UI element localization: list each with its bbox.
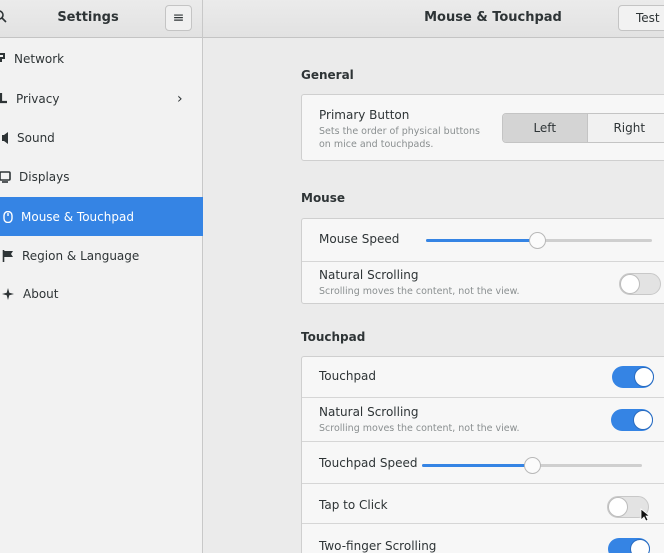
two-finger-scrolling-row: Two-finger Scrolling bbox=[302, 523, 664, 553]
tap-to-click-row: Tap to Click bbox=[302, 483, 664, 523]
section-title-mouse: Mouse bbox=[301, 191, 346, 205]
sidebar-header: Settings ≡ bbox=[0, 0, 203, 38]
mouse-natural-scrolling-switch[interactable] bbox=[619, 273, 661, 295]
touchpad-speed-handle[interactable] bbox=[524, 457, 541, 474]
primary-button-row: Primary Button Sets the order of physica… bbox=[302, 95, 664, 162]
settings-window: Settings ≡ Mouse & Touchpad Test Network… bbox=[0, 0, 664, 553]
primary-button-subtitle-2: on mice and touchpads. bbox=[319, 139, 434, 150]
star-icon bbox=[2, 288, 14, 300]
sidebar-item-label: Mouse & Touchpad bbox=[21, 209, 134, 224]
sidebar-item-mouse-touchpad[interactable]: Mouse & Touchpad bbox=[0, 197, 203, 236]
touchpad-label: Touchpad bbox=[319, 369, 377, 383]
network-icon bbox=[0, 53, 5, 62]
switch-thumb bbox=[608, 497, 628, 517]
primary-button-subtitle-1: Sets the order of physical buttons bbox=[319, 126, 480, 137]
settings-title: Settings bbox=[57, 10, 119, 25]
page-title: Mouse & Touchpad bbox=[424, 10, 562, 25]
mouse-speed-fill bbox=[426, 239, 537, 242]
two-finger-scrolling-label: Two-finger Scrolling bbox=[319, 539, 437, 553]
primary-button-title: Primary Button bbox=[319, 108, 410, 122]
main-content: General Primary Button Sets the order of… bbox=[204, 38, 664, 553]
tap-to-click-label: Tap to Click bbox=[319, 498, 388, 512]
touchpad-speed-fill bbox=[422, 464, 532, 467]
switch-thumb bbox=[633, 410, 653, 430]
two-finger-scrolling-switch[interactable] bbox=[608, 538, 650, 553]
mouse-speed-slider[interactable] bbox=[426, 232, 652, 249]
sidebar-item-network[interactable]: Network bbox=[0, 39, 203, 78]
chevron-right-icon: › bbox=[177, 90, 183, 107]
mouse-pointer-icon bbox=[640, 508, 650, 522]
sidebar-item-region-language[interactable]: Region & Language bbox=[0, 236, 203, 275]
touchpad-row: Touchpad bbox=[302, 357, 664, 397]
natural-scrolling-subtitle: Scrolling moves the content, not the vie… bbox=[319, 286, 520, 297]
touchpad-switch[interactable] bbox=[612, 366, 654, 388]
mouse-natural-scrolling-row: Natural Scrolling Scrolling moves the co… bbox=[302, 261, 664, 305]
hamburger-icon: ≡ bbox=[172, 10, 185, 26]
test-button[interactable]: Test bbox=[618, 5, 664, 31]
sidebar-item-label: Sound bbox=[17, 130, 55, 145]
mouse-speed-row: Mouse Speed bbox=[302, 219, 664, 261]
mouse-icon bbox=[3, 211, 13, 223]
sidebar: Network Privacy › Sound Displays Mouse &… bbox=[0, 38, 203, 553]
natural-scrolling-title: Natural Scrolling bbox=[319, 268, 419, 282]
switch-thumb bbox=[630, 539, 650, 553]
mouse-panel: Mouse Speed Natural Scrolling Scrolling … bbox=[301, 218, 664, 304]
sidebar-item-about[interactable]: About bbox=[0, 274, 203, 313]
natural-scrolling-subtitle: Scrolling moves the content, not the vie… bbox=[319, 423, 520, 434]
right-option-button[interactable]: Right bbox=[586, 114, 664, 142]
switch-thumb bbox=[620, 274, 640, 294]
general-panel: Primary Button Sets the order of physica… bbox=[301, 94, 664, 161]
touchpad-speed-slider[interactable] bbox=[422, 457, 642, 474]
mouse-speed-handle[interactable] bbox=[528, 232, 546, 249]
flag-icon bbox=[2, 250, 13, 262]
switch-thumb bbox=[634, 367, 654, 387]
primary-button-selector: Left Right bbox=[502, 113, 664, 143]
header-bar: Settings ≡ Mouse & Touchpad Test bbox=[0, 0, 664, 38]
mouse-speed-label: Mouse Speed bbox=[319, 232, 400, 246]
sidebar-item-sound[interactable]: Sound bbox=[0, 118, 203, 157]
touchpad-speed-row: Touchpad Speed bbox=[302, 441, 664, 483]
sidebar-item-label: Network bbox=[14, 51, 65, 66]
touchpad-natural-scrolling-row: Natural Scrolling Scrolling moves the co… bbox=[302, 397, 664, 441]
sidebar-item-label: Privacy bbox=[16, 91, 60, 106]
sidebar-item-label: Region & Language bbox=[22, 248, 140, 263]
touchpad-speed-label: Touchpad Speed bbox=[319, 456, 418, 470]
sidebar-item-privacy[interactable]: Privacy › bbox=[0, 79, 203, 118]
natural-scrolling-title: Natural Scrolling bbox=[319, 405, 419, 419]
sound-icon bbox=[2, 132, 8, 144]
section-title-touchpad: Touchpad bbox=[301, 330, 366, 344]
touchpad-panel: Touchpad Natural Scrolling Scrolling mov… bbox=[301, 356, 664, 553]
section-title-general: General bbox=[301, 68, 354, 82]
sidebar-item-label: About bbox=[23, 286, 59, 301]
sidebar-item-displays[interactable]: Displays bbox=[0, 157, 203, 196]
left-option-button[interactable]: Left bbox=[503, 114, 587, 142]
privacy-icon bbox=[0, 93, 7, 104]
menu-button[interactable]: ≡ bbox=[165, 5, 192, 31]
sidebar-item-label: Displays bbox=[19, 169, 70, 184]
touchpad-natural-scrolling-switch[interactable] bbox=[611, 409, 653, 431]
display-icon bbox=[0, 171, 11, 183]
